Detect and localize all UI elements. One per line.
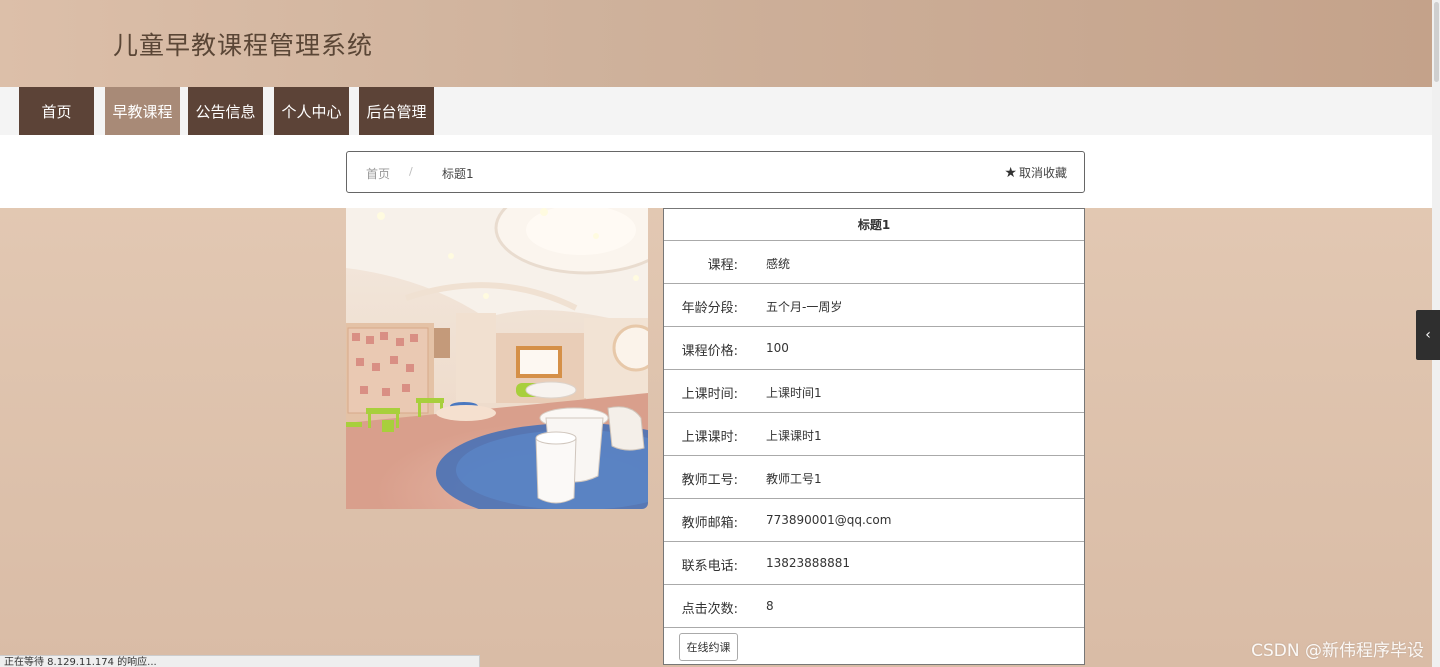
nav-item-profile[interactable]: 个人中心 xyxy=(274,87,349,135)
course-image xyxy=(346,208,648,509)
detail-label: 课程: xyxy=(707,258,738,273)
watermark: CSDN @新伟程序毕设 xyxy=(1251,641,1424,661)
detail-row-clicks: 点击次数: 8 xyxy=(664,585,1084,628)
detail-label: 年龄分段: xyxy=(681,301,738,316)
detail-value: 13823888881 xyxy=(766,556,850,570)
detail-label: 教师邮箱: xyxy=(681,516,738,531)
detail-value: 上课课时1 xyxy=(766,429,822,443)
detail-row-time: 上课时间: 上课时间1 xyxy=(664,370,1084,413)
scrollbar-thumb[interactable] xyxy=(1434,2,1439,82)
detail-label: 点击次数: xyxy=(681,602,738,617)
course-detail-panel: 标题1 课程: 感统 年龄分段: 五个月-一周岁 课程价格: 100 上课时间:… xyxy=(663,208,1085,665)
detail-row-phone: 联系电话: 13823888881 xyxy=(664,542,1084,585)
detail-row-price: 课程价格: 100 xyxy=(664,327,1084,370)
detail-value: 教师工号1 xyxy=(766,472,822,486)
detail-label: 课程价格: xyxy=(681,344,738,359)
unfavorite-label: 取消收藏 xyxy=(1018,166,1067,180)
header-banner: 儿童早教课程管理系统 xyxy=(0,0,1440,87)
detail-label: 教师工号: xyxy=(681,473,738,488)
book-row: 在线约课 xyxy=(664,628,1084,666)
browser-status-bar: 正在等待 8.129.11.174 的响应... xyxy=(0,655,480,667)
detail-row-course: 课程: 感统 xyxy=(664,241,1084,284)
breadcrumb-home-link[interactable]: 首页 xyxy=(366,165,390,182)
nav-item-announcements[interactable]: 公告信息 xyxy=(188,87,263,135)
detail-label: 上课课时: xyxy=(681,430,738,445)
detail-title: 标题1 xyxy=(664,209,1084,241)
chevron-left-icon: ‹ xyxy=(1425,327,1431,343)
detail-value: 感统 xyxy=(766,257,791,271)
detail-value: 上课时间1 xyxy=(766,386,822,400)
book-online-button[interactable]: 在线约课 xyxy=(679,633,738,661)
detail-value: 773890001@qq.com xyxy=(766,513,892,527)
detail-value: 8 xyxy=(766,599,774,613)
side-panel-toggle[interactable]: ‹ xyxy=(1416,310,1440,360)
detail-row-age: 年龄分段: 五个月-一周岁 xyxy=(664,284,1084,327)
breadcrumb-current: 标题1 xyxy=(442,167,474,181)
nav-item-home[interactable]: 首页 xyxy=(19,87,94,135)
nav-item-courses[interactable]: 早教课程 xyxy=(105,87,180,135)
detail-row-lessons: 上课课时: 上课课时1 xyxy=(664,413,1084,456)
breadcrumb: 首页 / 标题1 ★ 取消收藏 xyxy=(346,151,1085,193)
detail-label: 上课时间: xyxy=(681,387,738,402)
nav-item-admin[interactable]: 后台管理 xyxy=(359,87,434,135)
breadcrumb-separator: / xyxy=(409,165,413,178)
detail-value: 100 xyxy=(766,341,789,355)
main-nav: 首页 早教课程 公告信息 个人中心 后台管理 xyxy=(0,87,1440,135)
detail-value: 五个月-一周岁 xyxy=(766,300,843,314)
unfavorite-button[interactable]: ★ 取消收藏 xyxy=(1004,164,1067,181)
site-title: 儿童早教课程管理系统 xyxy=(113,31,374,60)
star-icon: ★ xyxy=(1004,164,1017,181)
detail-row-teacher-id: 教师工号: 教师工号1 xyxy=(664,456,1084,499)
detail-label: 联系电话: xyxy=(681,559,738,574)
detail-row-teacher-email: 教师邮箱: 773890001@qq.com xyxy=(664,499,1084,542)
